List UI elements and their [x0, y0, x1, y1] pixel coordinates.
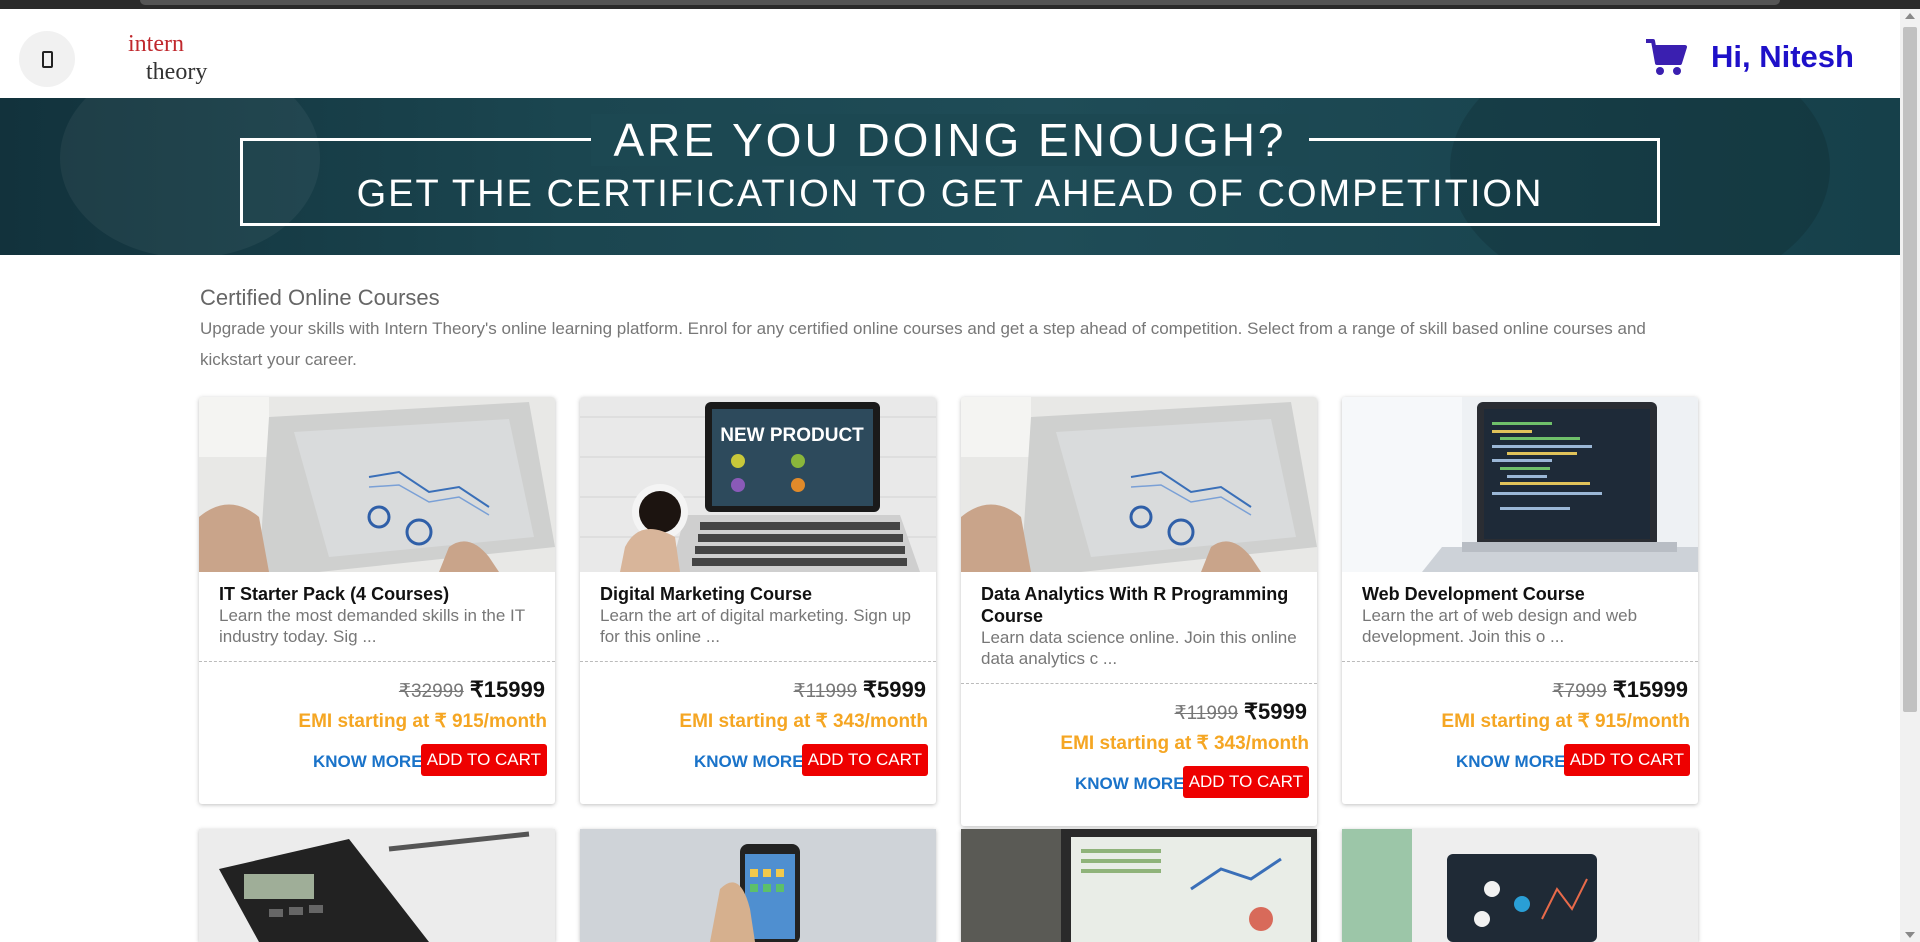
know-more-link[interactable]: KNOW MORE: [313, 752, 423, 772]
course-title[interactable]: IT Starter Pack (4 Courses): [199, 577, 555, 605]
menu-button[interactable]: [19, 31, 75, 87]
scroll-up-icon[interactable]: [1905, 13, 1915, 19]
price-block: ₹32999 ₹15999: [399, 677, 545, 703]
course-card-web-development[interactable]: Web Development Course Learn the art of …: [1342, 397, 1698, 804]
course-image: NEW PRODUCT: [580, 397, 936, 572]
old-price: ₹11999: [793, 681, 858, 702]
shopping-cart-icon[interactable]: [1644, 35, 1688, 79]
card-divider: [199, 661, 555, 662]
course-description: Learn the most demanded skills in the IT…: [219, 606, 525, 646]
course-card-partial[interactable]: [961, 829, 1317, 942]
new-price: ₹15999: [469, 677, 545, 702]
course-card-partial[interactable]: [199, 829, 555, 942]
course-card-digital-marketing[interactable]: NEW PRODUCT Digital Marketing Course Lea…: [580, 397, 936, 804]
section-title: Certified Online Courses: [200, 285, 440, 310]
banner-headline: ARE YOU DOING ENOUGH?: [0, 113, 1900, 167]
browser-top-strip: [0, 0, 1920, 9]
menu-icon: [41, 50, 53, 68]
add-to-cart-button[interactable]: ADD TO CART: [1563, 744, 1690, 776]
emi-text: EMI starting at ₹ 915/month: [298, 711, 547, 732]
know-more-link[interactable]: KNOW MORE: [1075, 774, 1185, 794]
course-description: Learn data science online. Join this onl…: [981, 628, 1297, 668]
course-image: [961, 397, 1317, 572]
scroll-down-icon[interactable]: [1905, 932, 1915, 938]
old-price: ₹32999: [398, 681, 464, 702]
emi-text: EMI starting at ₹ 915/month: [1441, 711, 1690, 732]
course-title[interactable]: Web Development Course: [1342, 577, 1698, 605]
price-block: ₹11999 ₹5999: [794, 677, 926, 703]
emi-text: EMI starting at ₹ 343/month: [679, 711, 928, 732]
banner-subheadline: GET THE CERTIFICATION TO GET AHEAD OF CO…: [356, 173, 1544, 215]
course-card-partial[interactable]: [1342, 829, 1698, 942]
old-price: ₹11999: [1174, 703, 1239, 724]
logo-line2: theory: [146, 59, 207, 85]
know-more-link[interactable]: KNOW MORE: [1456, 752, 1566, 772]
user-greeting[interactable]: Hi, Nitesh: [1711, 39, 1854, 75]
add-to-cart-button[interactable]: ADD TO CART: [1182, 766, 1309, 798]
old-price: ₹7999: [1552, 681, 1607, 702]
card-divider: [961, 683, 1317, 684]
card-divider: [580, 661, 936, 662]
site-header: intern theory Hi, Nitesh: [0, 9, 1900, 98]
intern-theory-logo[interactable]: intern theory: [126, 29, 212, 93]
know-more-link[interactable]: KNOW MORE: [694, 752, 804, 772]
new-price: ₹5999: [1244, 699, 1307, 724]
course-title[interactable]: Digital Marketing Course: [580, 577, 936, 605]
course-title[interactable]: Data Analytics With R Programming Course: [961, 577, 1317, 627]
scrollbar-thumb[interactable]: [1903, 27, 1917, 712]
logo-line1: intern: [128, 31, 184, 57]
emi-text: EMI starting at ₹ 343/month: [1060, 733, 1309, 754]
course-description: Learn the art of digital marketing. Sign…: [600, 606, 911, 646]
course-image: [199, 397, 555, 572]
card-divider: [1342, 661, 1698, 662]
add-to-cart-button[interactable]: ADD TO CART: [420, 744, 547, 776]
course-description: Learn the art of web design and web deve…: [1362, 606, 1638, 646]
new-price: ₹5999: [863, 677, 926, 702]
section-description: Upgrade your skills with Intern Theory's…: [200, 319, 1646, 369]
promo-banner: ARE YOU DOING ENOUGH? GET THE CERTIFICAT…: [0, 98, 1900, 255]
image-label: NEW PRODUCT: [720, 425, 864, 446]
price-block: ₹7999 ₹15999: [1552, 677, 1688, 703]
browser-tab-bar: [140, 0, 1780, 5]
price-block: ₹11999 ₹5999: [1175, 699, 1307, 725]
course-card-data-analytics-r[interactable]: Data Analytics With R Programming Course…: [961, 397, 1317, 826]
add-to-cart-button[interactable]: ADD TO CART: [801, 744, 928, 776]
banner-headline-text: ARE YOU DOING ENOUGH?: [591, 114, 1309, 166]
course-image: [1342, 397, 1698, 572]
course-card-it-starter-pack[interactable]: IT Starter Pack (4 Courses) Learn the mo…: [199, 397, 555, 804]
course-card-partial[interactable]: [580, 829, 936, 942]
new-price: ₹15999: [1612, 677, 1688, 702]
page-scrollbar[interactable]: [1900, 9, 1920, 942]
